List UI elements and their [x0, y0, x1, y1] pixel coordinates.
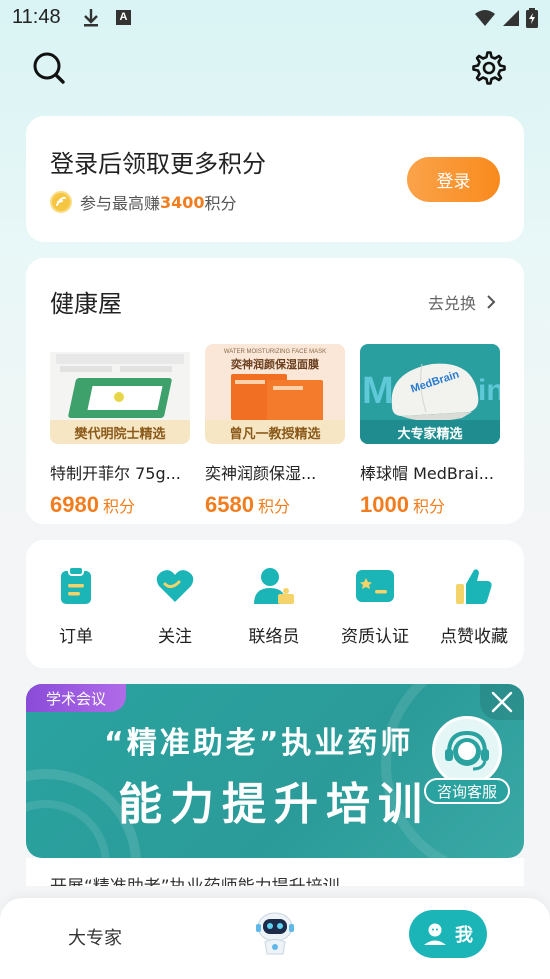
tab-me[interactable]: 我 [409, 910, 487, 958]
login-sub-suffix: 积分 [204, 194, 237, 213]
menu-item-follow[interactable]: 关注 [125, 564, 225, 647]
product-name: 特制开菲尔 75g... [50, 464, 181, 483]
menu-label: 联络员 [248, 627, 300, 647]
product-image: WATER MOISTURIZING FACE MASK 奕神润颜保湿面膜 曾凡… [205, 344, 345, 444]
status-time: 11:48 [12, 6, 61, 28]
login-subtitle: 参与最高赚 3400 积分 [50, 190, 237, 214]
wifi-icon [475, 10, 495, 26]
thumbs-up-icon [452, 564, 496, 608]
quick-menu-card: 订单 关注 联络员 资质认证 点赞收藏 [26, 540, 524, 668]
product-tag: 樊代明院士精选 [50, 420, 190, 444]
status-bar: 11:48 A [0, 0, 550, 38]
customer-service-button[interactable]: 咨询客服 [424, 716, 510, 808]
order-icon [54, 564, 98, 608]
login-title: 登录后领取更多积分 [50, 150, 266, 178]
bottom-tab-bar: 大专家 我 [0, 898, 550, 979]
product-points: 1000 [360, 492, 409, 517]
notification-a-icon: A [116, 10, 131, 25]
tab-ai-assistant[interactable] [252, 910, 298, 956]
banner-subheadline: 能力提升培训 [118, 779, 430, 830]
customer-service-label: 咨询客服 [424, 778, 510, 804]
product-points-unit: 积分 [102, 497, 135, 516]
gear-icon [472, 51, 506, 85]
status-icons [474, 8, 538, 28]
menu-item-likes[interactable]: 点赞收藏 [424, 564, 524, 647]
signal-icon [503, 10, 519, 26]
tab-expert[interactable]: 大专家 [68, 924, 122, 950]
settings-button[interactable] [469, 48, 509, 88]
login-sub-prefix: 参与最高赚 [80, 194, 161, 213]
product-price: 6580 积分 [205, 492, 345, 518]
banner-caption: 开展“精准助老”执业药师能力提升培训 [50, 872, 340, 886]
menu-label: 资质认证 [341, 627, 409, 647]
login-card: 登录后领取更多积分 参与最高赚 3400 积分 登录 [26, 116, 524, 242]
login-button[interactable]: 登录 [407, 157, 500, 202]
product-image: 樊代明院士精选 [50, 344, 190, 444]
product-image-title: 奕神润颜保湿面膜 [231, 358, 319, 371]
headset-icon [432, 716, 502, 786]
menu-label: 点赞收藏 [440, 627, 508, 647]
product-points-unit: 积分 [412, 497, 445, 516]
redeem-link[interactable]: 去兑换 [428, 290, 496, 314]
banner-close-button[interactable] [480, 684, 524, 720]
health-house-card: 健康屋 去兑换 樊代明院士精选 特制开菲尔 75g... 6980 积分 WAT… [26, 258, 524, 524]
product-name: 奕神润颜保湿... [205, 464, 317, 483]
product-price: 1000 积分 [360, 492, 500, 518]
product-tag: 大专家精选 [360, 420, 500, 444]
search-icon [33, 52, 65, 84]
banner-caption-row: 开展“精准助老”执业药师能力提升培训 [26, 858, 524, 886]
user-icon [424, 923, 446, 945]
redeem-link-label: 去兑换 [427, 294, 476, 313]
login-sub-points: 3400 [160, 192, 205, 212]
banner-headline: “精准助老”执业药师 [104, 726, 414, 761]
robot-icon [256, 912, 294, 955]
menu-item-orders[interactable]: 订单 [26, 564, 126, 647]
product-points: 6980 [50, 492, 99, 517]
banner-tag: 学术会议 [26, 684, 126, 712]
product-tag: 曾凡一教授精选 [205, 420, 345, 444]
product-price: 6980 积分 [50, 492, 190, 518]
menu-item-certification[interactable]: 资质认证 [325, 564, 425, 647]
product-image-caption: WATER MOISTURIZING FACE MASK [223, 349, 327, 355]
menu-item-contact[interactable]: 联络员 [224, 564, 324, 647]
coin-icon [50, 191, 72, 213]
certificate-icon [353, 564, 397, 608]
heart-icon [153, 564, 197, 608]
product-points: 6580 [205, 492, 254, 517]
product-image: M in MedBrain 大专家精选 [360, 344, 500, 444]
product-card[interactable]: M in MedBrain 大专家精选 棒球帽 MedBrai... 1000 … [360, 344, 500, 518]
battery-icon [526, 8, 538, 28]
download-icon [82, 8, 100, 32]
product-card[interactable]: WATER MOISTURIZING FACE MASK 奕神润颜保湿面膜 曾凡… [205, 344, 345, 518]
contact-icon [252, 564, 296, 608]
product-name: 棒球帽 MedBrai... [360, 464, 494, 483]
menu-label: 关注 [158, 627, 192, 647]
menu-label: 订单 [59, 627, 93, 647]
search-button[interactable] [29, 48, 69, 88]
chevron-right-icon [487, 295, 496, 309]
product-points-unit: 积分 [257, 497, 290, 516]
health-house-title: 健康屋 [50, 290, 122, 318]
product-card[interactable]: 樊代明院士精选 特制开菲尔 75g... 6980 积分 [50, 344, 190, 518]
close-icon [491, 691, 513, 713]
tab-me-label: 我 [455, 925, 473, 946]
